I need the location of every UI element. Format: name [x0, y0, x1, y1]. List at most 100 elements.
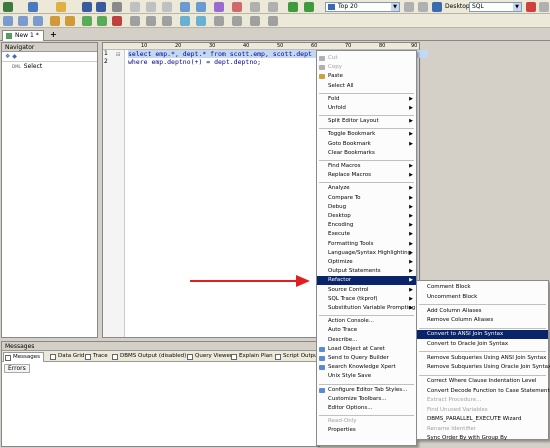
- describe-icon[interactable]: [162, 16, 172, 26]
- menu-icon[interactable]: [539, 2, 549, 12]
- paste-icon[interactable]: [162, 2, 172, 12]
- code-line[interactable]: where emp.deptno(+) = dept.deptno;: [128, 58, 261, 66]
- save-all-icon[interactable]: [96, 2, 106, 12]
- settings-icon[interactable]: [250, 2, 260, 12]
- menu-item-auto-trace[interactable]: Auto Trace: [317, 326, 416, 335]
- close-icon[interactable]: [526, 2, 536, 12]
- menu-item-select-all[interactable]: Select All: [317, 82, 416, 91]
- options-icon[interactable]: [268, 2, 278, 12]
- fold-icon[interactable]: ⊟: [116, 52, 120, 58]
- row-limit-combo[interactable]: Top 20 ▼: [325, 2, 400, 12]
- menu-item-comment-block[interactable]: Comment Block: [417, 283, 548, 292]
- menu-item-action-console[interactable]: Action Console...: [317, 317, 416, 326]
- navigator-item[interactable]: DML Select: [2, 62, 97, 71]
- menu-item-correct-where-clause-indentation-level[interactable]: Correct Where Clause Indentation Level: [417, 377, 548, 386]
- tab-messages[interactable]: Messages: [3, 352, 44, 362]
- tab-new-1[interactable]: New 1 *: [2, 30, 44, 41]
- chevron-down-icon[interactable]: ▼: [513, 3, 521, 11]
- tab-trace[interactable]: Trace: [84, 352, 108, 362]
- menu-item-dbms-parallel-execute-wizard[interactable]: DBMS_PARALLEL_EXECUTE Wizard: [417, 415, 548, 424]
- run-icon[interactable]: [82, 16, 92, 26]
- menu-item-toggle-bookmark[interactable]: Toggle Bookmark ▶: [317, 130, 416, 139]
- menu-item-compare-to[interactable]: Compare To ▶: [317, 194, 416, 203]
- menu-item-unix-style-save[interactable]: Unix Style Save: [317, 372, 416, 381]
- tab-script-output[interactable]: Script Output: [274, 352, 320, 362]
- menu-item-remove-subqueries-using-oracle-join-syntax[interactable]: Remove Subqueries Using Oracle Join Synt…: [417, 363, 550, 372]
- menu-item-editor-options[interactable]: Editor Options...: [317, 404, 416, 413]
- menu-item-output-statements[interactable]: Output Statements ▶: [317, 267, 416, 276]
- split-icon[interactable]: [214, 16, 224, 26]
- execute-icon[interactable]: [288, 2, 298, 12]
- debug-icon[interactable]: [268, 16, 278, 26]
- menu-item-clear-bookmarks[interactable]: Clear Bookmarks: [317, 149, 416, 158]
- menu-item-debug[interactable]: Debug ▶: [317, 203, 416, 212]
- menu-item-remove-column-aliases[interactable]: Remove Column Aliases: [417, 316, 548, 325]
- commit-icon[interactable]: [404, 2, 414, 12]
- goto-icon[interactable]: [196, 16, 206, 26]
- window-icon[interactable]: [432, 2, 442, 12]
- menu-item-goto-bookmark[interactable]: Goto Bookmark ▶: [317, 140, 416, 149]
- redo-icon[interactable]: [196, 2, 206, 12]
- indent-icon[interactable]: [18, 16, 28, 26]
- tab-data-grid[interactable]: Data Grid: [49, 352, 84, 362]
- rollback-icon[interactable]: [418, 2, 428, 12]
- comment-icon[interactable]: [50, 16, 60, 26]
- menu-item-refactor[interactable]: Refactor ▶: [317, 276, 416, 286]
- menu-item-remove-subqueries-using-ansi-join-syntax[interactable]: Remove Subqueries Using ANSI Join Syntax: [417, 354, 548, 363]
- uncomment-icon[interactable]: [65, 16, 75, 26]
- navigator-toolbar[interactable]: ❖ ◆: [2, 52, 97, 62]
- menu-item-sync-order-by-with-group-by[interactable]: Sync Order By with Group By: [417, 434, 548, 443]
- menu-item-language-syntax-highlighting[interactable]: Language/Syntax Highlighting ▶: [317, 249, 416, 258]
- undo-icon[interactable]: [180, 2, 190, 12]
- menu-item-convert-decode-function-to-case-statement[interactable]: Convert Decode Function to Case Statemen…: [417, 387, 550, 396]
- menu-item-paste[interactable]: Paste: [317, 72, 416, 81]
- menu-item-formatting-tools[interactable]: Formatting Tools ▶: [317, 240, 416, 249]
- stop-icon[interactable]: [112, 16, 122, 26]
- menu-item-add-column-aliases[interactable]: Add Column Aliases: [417, 307, 548, 316]
- menu-item-split-editor-layout[interactable]: Split Editor Layout ▶: [317, 117, 416, 126]
- cut-icon[interactable]: [130, 2, 140, 12]
- tab-query-viewer[interactable]: Query Viewer: [186, 352, 232, 362]
- menu-item-convert-to-ansi-join-syntax[interactable]: Convert to ANSI Join Syntax: [417, 330, 548, 339]
- menu-item-execute[interactable]: Execute ▶: [317, 230, 416, 239]
- optimize-icon[interactable]: [146, 16, 156, 26]
- open-file-icon[interactable]: [56, 2, 66, 12]
- save-icon[interactable]: [82, 2, 92, 12]
- bookmark-icon[interactable]: [180, 16, 190, 26]
- menu-item-load-object-at-caret[interactable]: Load Object at Caret: [317, 345, 416, 354]
- menu-item-customize-toolbars[interactable]: Customize Toolbars...: [317, 395, 416, 404]
- execute-script-icon[interactable]: [304, 2, 314, 12]
- menu-item-fold[interactable]: Fold ▶: [317, 95, 416, 104]
- menu-item-find-macros[interactable]: Find Macros ▶: [317, 162, 416, 171]
- menu-item-convert-to-oracle-join-syntax[interactable]: Convert to Oracle Join Syntax: [417, 340, 548, 349]
- print-icon[interactable]: [112, 2, 122, 12]
- menu-item-sql-trace-tkprof[interactable]: SQL Trace (tkprof) ▶: [317, 295, 416, 304]
- menu-item-source-control[interactable]: Source Control ▶: [317, 286, 416, 295]
- menu-item-properties[interactable]: Properties: [317, 426, 416, 435]
- format-icon[interactable]: [3, 16, 13, 26]
- menu-item-uncomment-block[interactable]: Uncomment Block: [417, 293, 548, 302]
- menu-item-send-to-query-builder[interactable]: Send to Query Builder: [317, 354, 416, 363]
- errors-tab[interactable]: Errors: [4, 364, 30, 373]
- new-editor-icon[interactable]: [28, 2, 38, 12]
- menu-item-search-knowledge-xpert[interactable]: Search Knowledge Xpert: [317, 363, 416, 372]
- tab-explain-plan[interactable]: Explain Plan: [230, 352, 273, 362]
- add-tab-button[interactable]: +: [50, 30, 57, 39]
- menu-item-encoding[interactable]: Encoding ▶: [317, 221, 416, 230]
- find-icon[interactable]: [214, 2, 224, 12]
- menu-item-unfold[interactable]: Unfold ▶: [317, 104, 416, 113]
- menu-item-substitution-variable-prompting[interactable]: Substitution Variable Prompting ▶: [317, 304, 416, 313]
- tab-dbms-output[interactable]: DBMS Output (disabled): [111, 352, 186, 362]
- outdent-icon[interactable]: [33, 16, 43, 26]
- copy-icon[interactable]: [146, 2, 156, 12]
- explain-plan-icon[interactable]: [130, 16, 140, 26]
- menu-item-configure-editor-tab-styles[interactable]: Configure Editor Tab Styles...: [317, 386, 416, 395]
- menu-item-desktop[interactable]: Desktop ▶: [317, 212, 416, 221]
- desktop-combo[interactable]: SQL ▼: [469, 2, 522, 12]
- menu-item-optimize[interactable]: Optimize ▶: [317, 258, 416, 267]
- menu-item-describe[interactable]: Describe...: [317, 336, 416, 345]
- trace-icon[interactable]: [250, 16, 260, 26]
- menu-item-replace-macros[interactable]: Replace Macros ▶: [317, 171, 416, 180]
- menu-item-analyze[interactable]: Analyze ▶: [317, 184, 416, 193]
- chevron-down-icon[interactable]: ▼: [391, 3, 399, 11]
